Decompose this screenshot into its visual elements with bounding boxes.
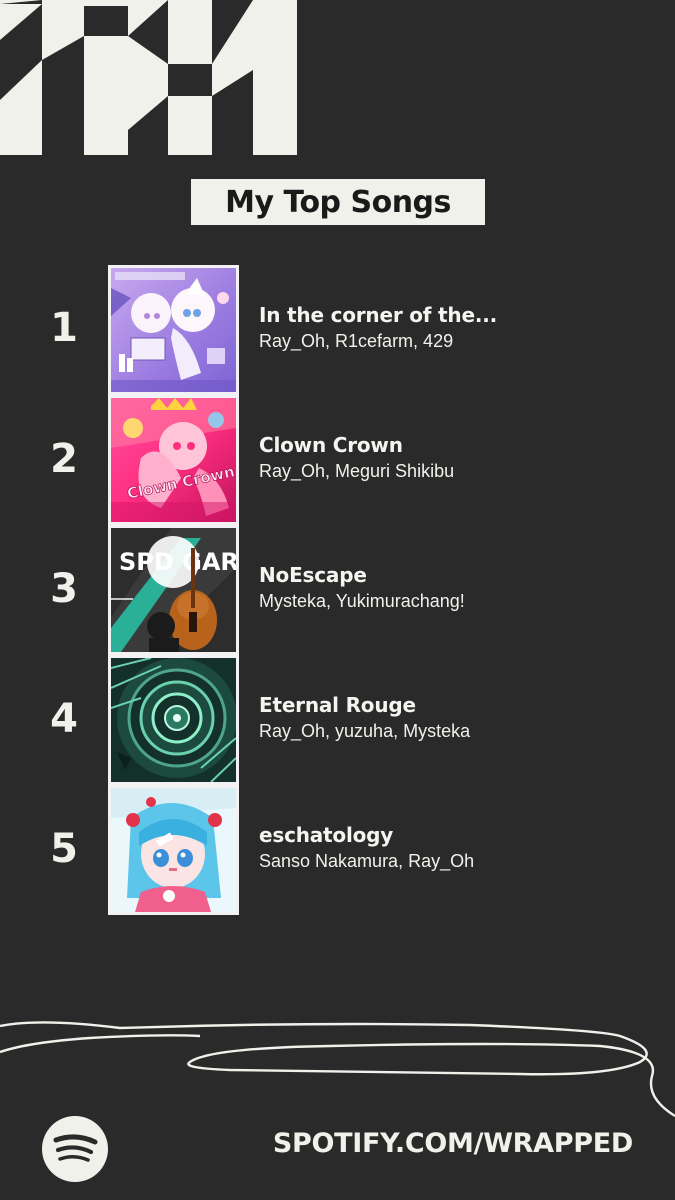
- rank-number: 1: [50, 305, 78, 351]
- album-cover-anime-girls-purple-icon[interactable]: [111, 268, 236, 392]
- album-cover-blue-hair-girl-icon[interactable]: [111, 788, 236, 912]
- title-box: My Top Songs: [191, 179, 485, 225]
- song-title[interactable]: Eternal Rouge: [259, 693, 416, 717]
- page-title: My Top Songs: [225, 184, 451, 220]
- rank-number: 4: [50, 696, 78, 742]
- song-artists: Ray_Oh, Meguri Shikibu: [259, 461, 455, 481]
- song-title[interactable]: Clown Crown: [259, 433, 403, 457]
- cover3-text: SPD GAR: [119, 548, 236, 576]
- checker-pattern-decoration: [0, 0, 297, 155]
- song-artists: Mysteka, Yukimurachang!: [259, 591, 465, 611]
- song-title[interactable]: eschatology: [259, 823, 393, 847]
- album-cover-spd-gar-cello-icon[interactable]: SPD GAR: [111, 528, 236, 652]
- rank-number: 3: [50, 566, 78, 612]
- song-title[interactable]: In the corner of the...: [259, 303, 497, 327]
- swoosh-line-decoration: [0, 1021, 675, 1118]
- album-cover-spiral-staircase-green-icon[interactable]: [111, 658, 236, 782]
- song-title[interactable]: NoEscape: [259, 563, 367, 587]
- album-cover-clown-crown-pink-icon[interactable]: Clown Crown: [111, 398, 236, 522]
- song-artists: Ray_Oh, R1cefarm, 429: [259, 331, 454, 351]
- rank-number: 5: [50, 826, 78, 872]
- wrapped-link[interactable]: SPOTIFY.COM/WRAPPED: [273, 1128, 633, 1159]
- rank-number: 2: [50, 436, 78, 482]
- wrapped-story-card: My Top Songs Clown Crown SPD GAR 1 In th…: [0, 0, 675, 1200]
- song-artists: Ray_Oh, yuzuha, Mysteka: [259, 721, 471, 741]
- spotify-logo-icon[interactable]: [42, 1116, 108, 1182]
- song-artists: Sanso Nakamura, Ray_Oh: [259, 851, 475, 871]
- album-cover-column: Clown Crown SPD GAR: [108, 265, 239, 915]
